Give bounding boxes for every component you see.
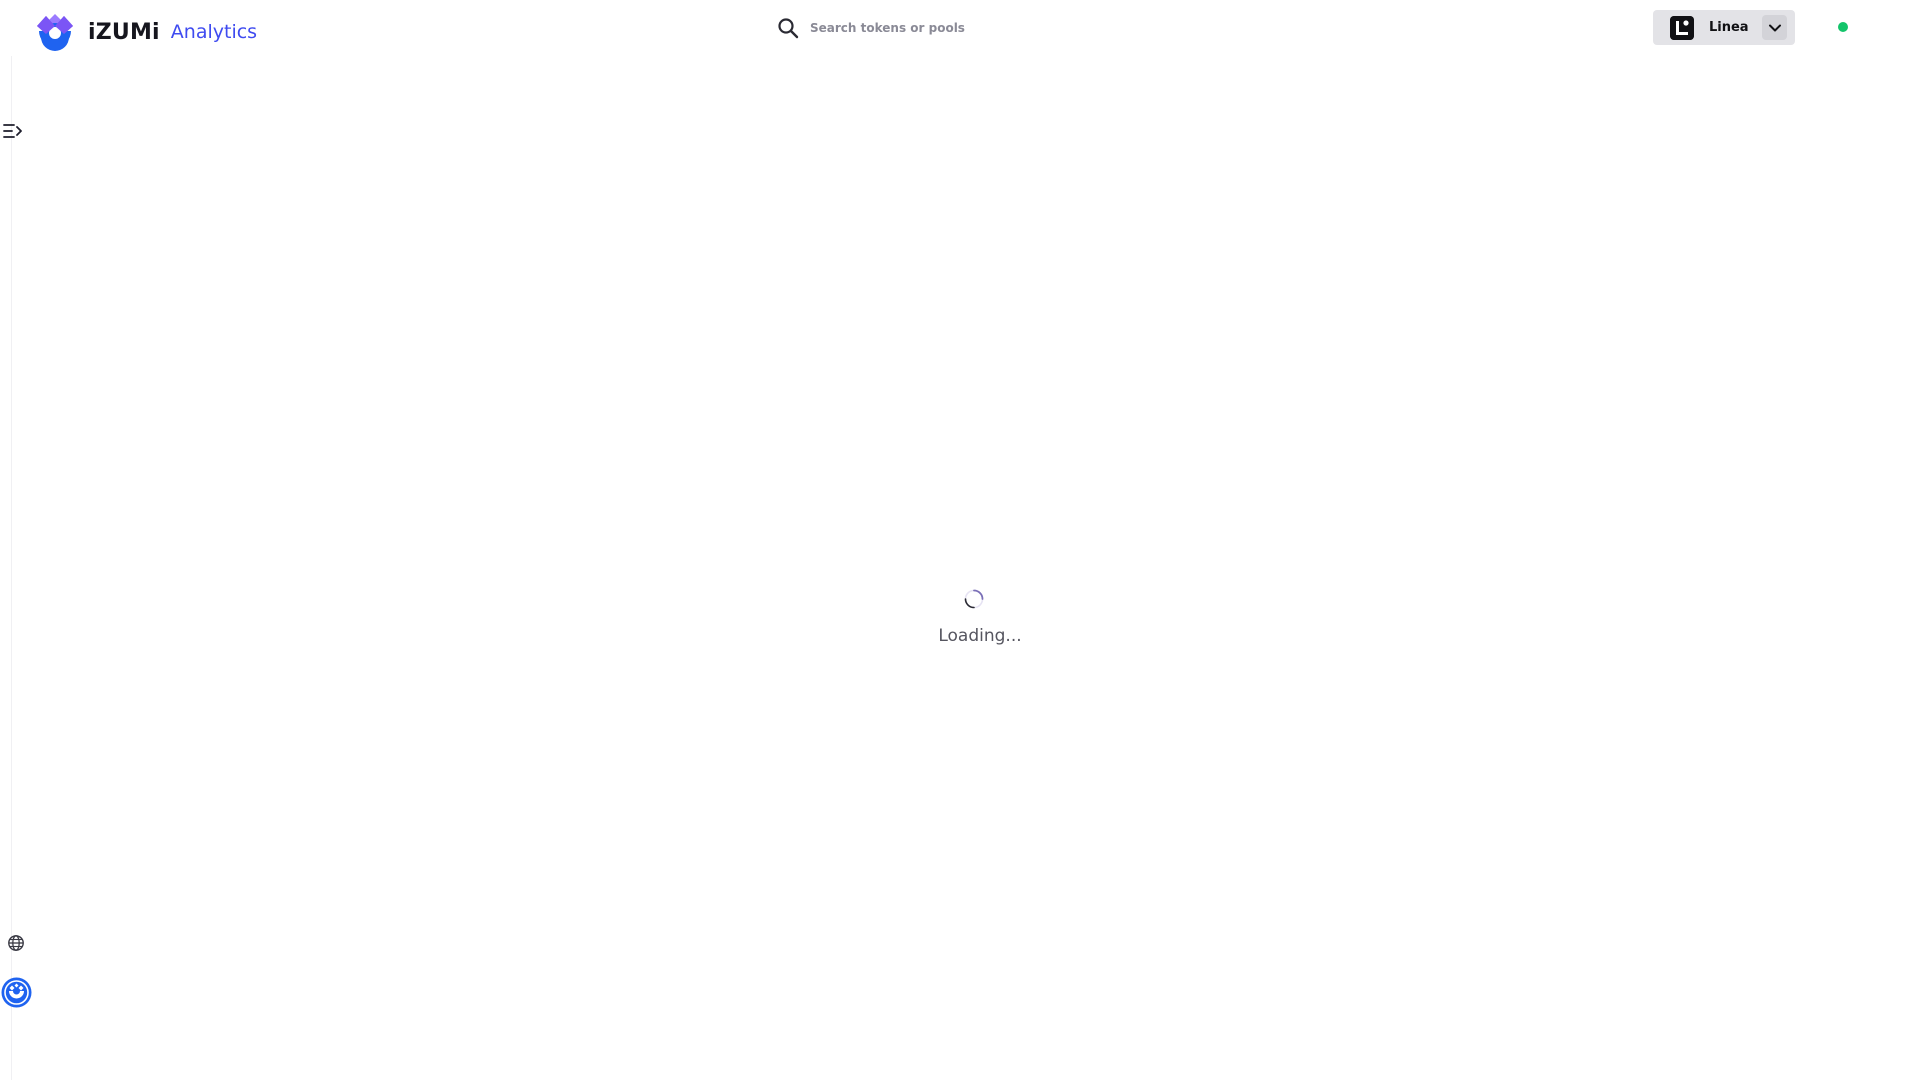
brand-name: iZUMi	[88, 19, 160, 45]
network-dropdown-button[interactable]	[1762, 15, 1787, 40]
loading-indicator: Loading...	[900, 588, 1060, 646]
izumi-logo-icon	[37, 14, 73, 51]
brand-suffix: Analytics	[170, 21, 258, 43]
top-header: iZUMi Analytics Linea	[0, 0, 1920, 56]
search-bar	[776, 14, 1176, 42]
loading-text: Loading...	[938, 626, 1022, 646]
page: iZUMi Analytics Linea	[0, 0, 1920, 1080]
network-name: Linea	[1709, 20, 1749, 35]
network-selector[interactable]: Linea	[1653, 10, 1795, 45]
search-input[interactable]	[810, 21, 1110, 35]
globe-icon[interactable]	[7, 934, 25, 952]
izi-token-icon[interactable]	[1, 977, 32, 1008]
sidebar	[0, 56, 12, 1080]
brand-logo-link[interactable]: iZUMi Analytics	[36, 12, 257, 52]
chevron-down-icon	[1768, 24, 1781, 31]
connection-status-dot	[1838, 22, 1848, 32]
linea-logo-icon	[1670, 15, 1694, 40]
menu-expand-icon[interactable]	[2, 122, 24, 140]
spinner-icon	[964, 589, 984, 609]
search-icon[interactable]	[776, 16, 800, 40]
